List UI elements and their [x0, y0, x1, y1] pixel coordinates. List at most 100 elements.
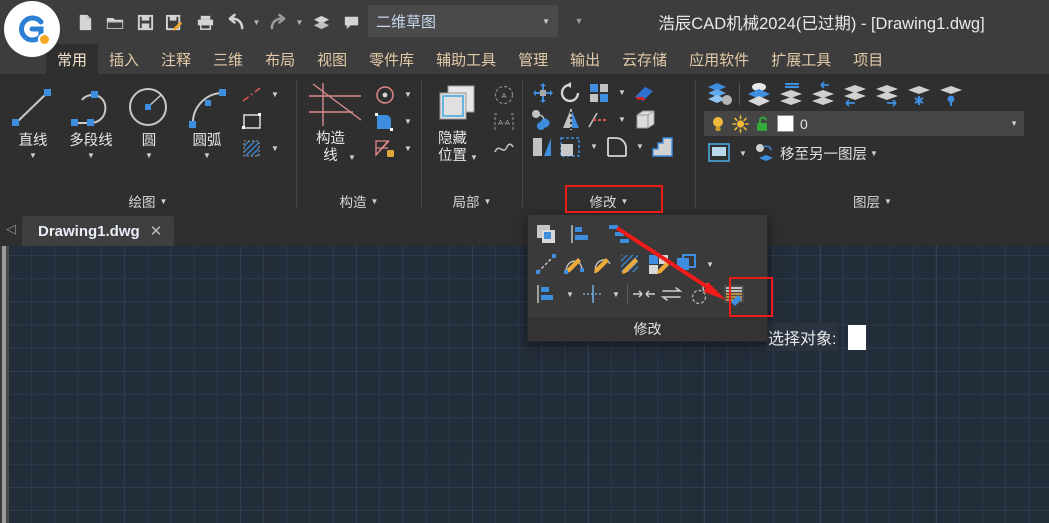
move-icon[interactable]: [529, 79, 557, 106]
detail-circle-icon[interactable]: A: [490, 81, 518, 108]
redo-icon[interactable]: [263, 7, 293, 37]
centerline-edit-icon[interactable]: [579, 281, 607, 308]
rotate-icon[interactable]: [557, 79, 585, 106]
lightbulb-icon[interactable]: [710, 115, 726, 133]
current-layer-selector[interactable]: 0 ▼: [704, 111, 1024, 136]
converge-icon[interactable]: [630, 281, 658, 308]
layer-isolate-icon[interactable]: [935, 79, 967, 109]
hide-position-button[interactable]: 隐藏 位置 ▼: [426, 79, 490, 165]
centerline-icon[interactable]: [238, 81, 266, 108]
doc-tab-drawing1[interactable]: Drawing1.dwg ✕: [22, 216, 175, 246]
centerline-caret[interactable]: ▼: [266, 81, 284, 108]
layer-color-swatch[interactable]: [777, 115, 794, 132]
tab-changyong[interactable]: 常用: [46, 44, 99, 74]
layer-display-icon[interactable]: [704, 139, 734, 167]
tab-shitu[interactable]: 视图: [306, 44, 358, 74]
tab-yingyongruanjian[interactable]: 应用软件: [678, 44, 760, 74]
wave-line-icon[interactable]: [490, 135, 518, 162]
trim-icon[interactable]: [585, 106, 613, 133]
construction-line-caret[interactable]: ▼: [348, 153, 356, 165]
sun-icon[interactable]: [732, 114, 749, 133]
layer-display-caret[interactable]: ▼: [734, 139, 752, 167]
hole-circle-icon[interactable]: [371, 81, 399, 108]
centerline-edit-caret[interactable]: ▼: [607, 281, 625, 308]
line-edit-icon[interactable]: [533, 251, 561, 278]
quick-access-more-button[interactable]: ▼: [570, 12, 588, 30]
erase-icon[interactable]: [631, 79, 659, 106]
fillet-caret[interactable]: ▼: [631, 133, 649, 160]
tab-lingjianku[interactable]: 零件库: [358, 44, 425, 74]
drawing-canvas[interactable]: [0, 246, 1049, 523]
trim-caret[interactable]: ▼: [613, 106, 631, 133]
draw-circle-button[interactable]: 圆 ▼: [120, 79, 178, 163]
panel-modify-title-caret[interactable]: ▼: [621, 197, 629, 206]
array-icon[interactable]: [585, 79, 613, 106]
layer-off-icon[interactable]: [839, 79, 871, 109]
open-file-icon[interactable]: [100, 7, 130, 37]
hole-circle-caret[interactable]: ▼: [399, 81, 417, 108]
polyline-edit-icon[interactable]: [561, 251, 589, 278]
tab-guanli[interactable]: 管理: [507, 44, 559, 74]
layer-dropdown-caret[interactable]: ▼: [1010, 119, 1018, 128]
doc-tab-prev-button[interactable]: ◁: [0, 212, 22, 246]
panel-modify-title[interactable]: 修改 ▼: [523, 190, 695, 212]
mirror-icon[interactable]: [557, 106, 585, 133]
array-caret[interactable]: ▼: [613, 79, 631, 106]
stagger-objects-icon[interactable]: [605, 221, 633, 248]
draw-line-button[interactable]: 直线 ▼: [4, 79, 62, 163]
scale-caret[interactable]: ▼: [585, 133, 603, 160]
align-objects-caret[interactable]: ▼: [561, 281, 579, 308]
rectangle-icon[interactable]: [238, 108, 266, 135]
lock-hatch-caret[interactable]: ▼: [399, 135, 417, 162]
layer-previous-icon[interactable]: [775, 79, 807, 109]
hide-position-caret[interactable]: ▼: [470, 153, 478, 165]
lock-hatch-icon[interactable]: [371, 135, 399, 162]
swap-icon[interactable]: [658, 281, 686, 308]
panel-draw-title[interactable]: 绘图 ▼: [0, 190, 296, 212]
comment-icon[interactable]: [336, 7, 366, 37]
layer-freeze-icon[interactable]: [903, 79, 935, 109]
tab-fuzhugongju[interactable]: 辅助工具: [425, 44, 507, 74]
align-objects-icon[interactable]: [533, 281, 561, 308]
layer-match-icon[interactable]: [807, 79, 839, 109]
spline-edit-icon[interactable]: [589, 251, 617, 278]
hatch-icon[interactable]: [238, 135, 266, 162]
copy-icon[interactable]: [529, 106, 557, 133]
layers-icon[interactable]: [306, 7, 336, 37]
layer-properties-icon[interactable]: [704, 79, 736, 109]
panel-construct-title[interactable]: 构造 ▼: [297, 190, 421, 212]
canvas-vertical-scrollbar[interactable]: [0, 246, 9, 523]
draw-arc-caret[interactable]: ▼: [203, 149, 211, 163]
draw-line-caret[interactable]: ▼: [29, 149, 37, 163]
offset-icon[interactable]: [529, 133, 557, 160]
tab-xiangmu[interactable]: 项目: [842, 44, 894, 74]
panel-draw-title-caret[interactable]: ▼: [160, 197, 168, 206]
block-edit-icon[interactable]: [645, 251, 673, 278]
undo-icon[interactable]: [220, 7, 250, 37]
layer-make-current-icon[interactable]: [743, 79, 775, 109]
app-logo[interactable]: [4, 1, 60, 57]
nested-copy-icon[interactable]: [673, 251, 701, 278]
save-icon[interactable]: [130, 7, 160, 37]
circle-edit-icon[interactable]: [686, 281, 714, 308]
panel-layer-title[interactable]: 图层 ▼: [696, 190, 1049, 212]
layer-on-icon[interactable]: [871, 79, 903, 109]
text-hatch-edit-icon[interactable]: [720, 281, 748, 308]
construction-line-button[interactable]: 构造线 ▼: [301, 79, 371, 165]
extrude-icon[interactable]: [631, 106, 659, 133]
corner-fill-caret[interactable]: ▼: [399, 108, 417, 135]
unlock-icon[interactable]: [755, 115, 771, 133]
draw-circle-caret[interactable]: ▼: [145, 149, 153, 163]
stretch-icon[interactable]: [649, 133, 677, 160]
redo-dropdown-caret[interactable]: ▼: [293, 7, 306, 37]
panel-partial-title[interactable]: 局部 ▼: [422, 190, 522, 212]
fillet-icon[interactable]: [603, 133, 631, 160]
move-to-layer-icon[interactable]: [752, 139, 780, 167]
align-left-icon[interactable]: [567, 221, 595, 248]
undo-dropdown-caret[interactable]: ▼: [250, 7, 263, 37]
new-file-icon[interactable]: [70, 7, 100, 37]
flyout-row2-caret[interactable]: ▼: [701, 251, 719, 278]
tab-charu[interactable]: 插入: [98, 44, 150, 74]
workspace-selector[interactable]: 二维草图 ▼: [368, 5, 558, 37]
hatch-edit-icon[interactable]: [617, 251, 645, 278]
